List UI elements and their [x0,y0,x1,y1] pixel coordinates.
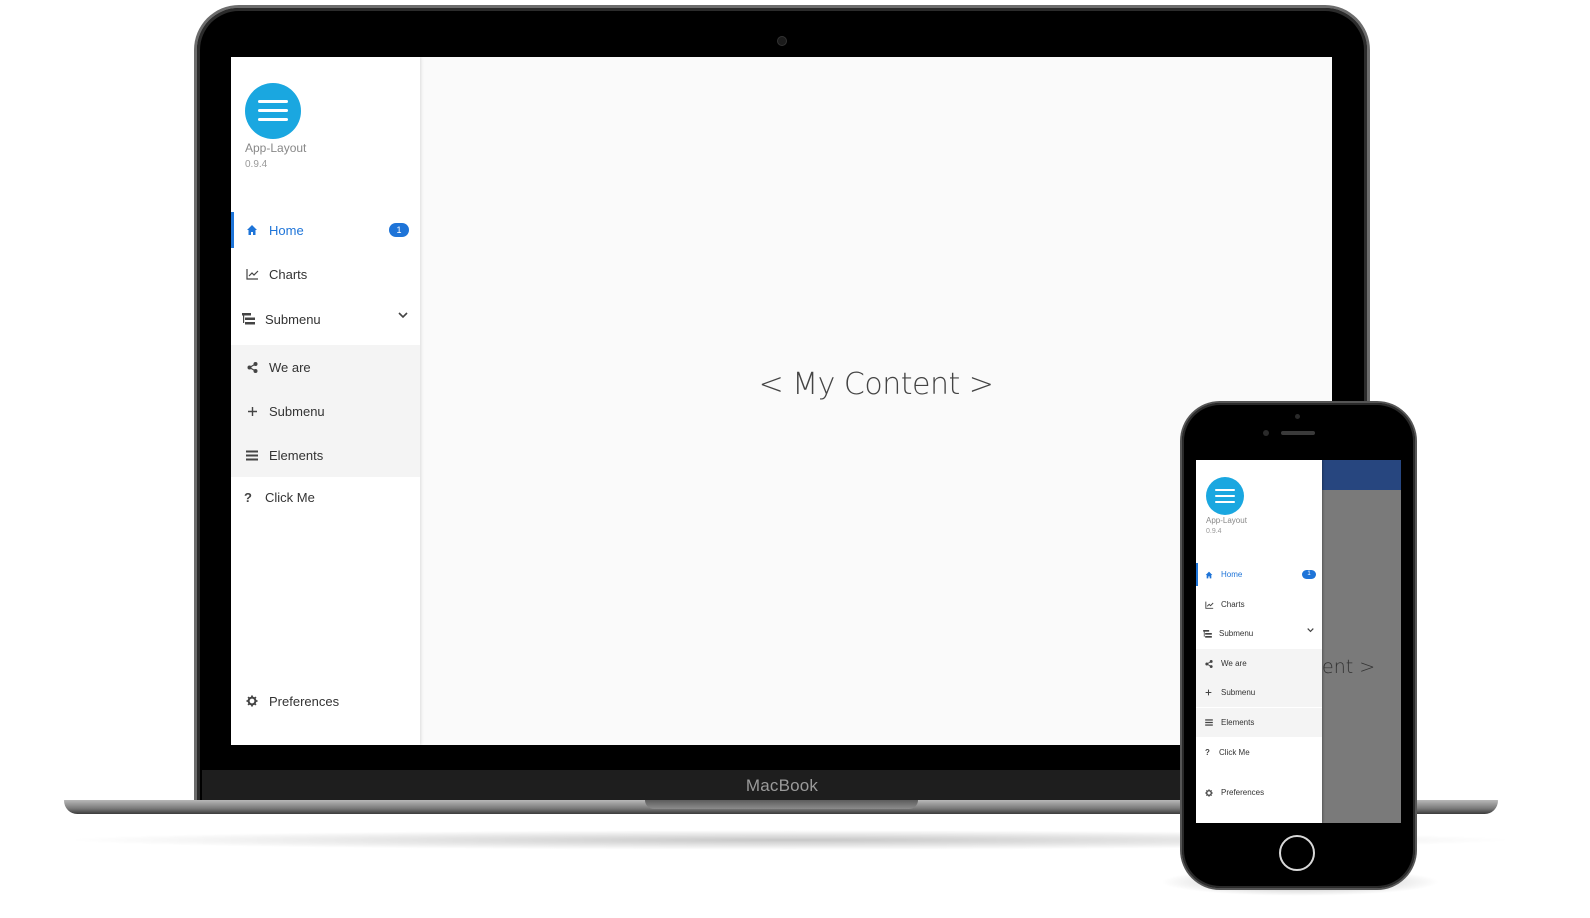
question-icon: ? [244,489,252,505]
sidebar-item-we-are[interactable]: We are [231,345,420,389]
notification-badge: 1 [389,223,409,237]
sidebar-item-label: Charts [269,266,308,282]
sidebar-item-label: Elements [1221,718,1255,727]
line-chart-icon [245,267,259,281]
phone-sidebar-item-click-me[interactable]: ? Click Me [1196,738,1322,767]
sidebar-item-label: We are [1221,659,1247,668]
phone-sidebar-item-we-are[interactable]: We are [1196,649,1322,678]
phone-speaker [1281,431,1315,435]
sidebar-item-home[interactable]: Home 1 [231,208,420,252]
phone-sidebar-item-preferences[interactable]: Preferences [1196,778,1322,807]
phone-screen: ent > App-Layout 0.9.4 Home 1 Charts Sub… [1196,460,1401,823]
gear-icon [245,694,259,708]
sidebar-item-label: Home [1221,570,1243,579]
sidebar-item-submenu-nested[interactable]: Submenu [231,389,420,433]
sidebar-item-charts[interactable]: Charts [231,252,420,296]
sidebar-item-label: Elements [269,447,324,463]
laptop-screen: App-Layout 0.9.4 Home 1 Charts Submenu W… [231,57,1332,745]
phone-app-version: 0.9.4 [1206,528,1222,535]
phone-sidebar-item-submenu[interactable]: Submenu [1196,619,1322,648]
phone-sidebar-item-charts[interactable]: Charts [1196,590,1322,619]
app-logo-menu-icon[interactable] [245,83,301,139]
bars-icon [1205,719,1214,726]
sidebar-item-label: Click Me [265,489,315,505]
phone-home-button[interactable] [1279,835,1315,871]
sidebar-item-label: Preferences [269,693,340,709]
gear-icon [1205,788,1214,797]
phone-sidebar-item-submenu-nested[interactable]: Submenu [1196,678,1322,707]
bars-icon [245,448,259,462]
sidebar-item-label: Submenu [265,311,321,327]
sidebar-item-label: Charts [1221,600,1245,609]
sidebar-item-label: Submenu [269,403,325,419]
sidebar-item-label: Preferences [1221,788,1265,797]
phone-sensor [1295,414,1300,419]
chevron-down-icon [398,311,408,319]
phone-app-logo-menu-icon[interactable] [1206,477,1244,515]
sidebar-item-label: Submenu [1219,629,1254,638]
sidebar-item-click-me[interactable]: ? Click Me [231,475,420,519]
app-version: 0.9.4 [245,159,268,170]
app-name: App-Layout [245,141,307,155]
share-icon [1205,659,1214,668]
phone-camera [1263,430,1269,436]
tree-icon [1203,629,1212,638]
plus-icon [245,404,259,418]
laptop-notch [645,800,918,809]
home-icon [1205,571,1214,579]
chevron-down-icon [1307,627,1314,633]
notification-badge: 1 [1302,570,1316,579]
phone-sidebar-item-elements[interactable]: Elements [1196,708,1322,737]
phone-sidebar: App-Layout 0.9.4 Home 1 Charts Submenu W… [1196,460,1322,823]
sidebar-item-label: Submenu [1221,688,1256,697]
line-chart-icon [1205,601,1214,609]
phone-app-name: App-Layout [1206,516,1247,525]
laptop-camera [778,37,786,45]
sidebar: App-Layout 0.9.4 Home 1 Charts Submenu W… [231,57,420,745]
tree-icon [241,312,255,326]
sidebar-item-label: Click Me [1219,748,1250,757]
share-icon [245,360,259,374]
phone-sidebar-item-home[interactable]: Home 1 [1196,560,1322,589]
content-placeholder: < My Content > [758,367,994,402]
sidebar-item-elements[interactable]: Elements [231,433,420,477]
plus-icon [1205,689,1214,696]
sidebar-item-submenu[interactable]: Submenu [231,297,420,341]
phone-content-placeholder: ent > [1322,656,1376,678]
sidebar-item-label: Home [269,222,304,238]
sidebar-item-label: We are [269,359,311,375]
sidebar-item-preferences[interactable]: Preferences [231,679,420,723]
home-icon [245,223,259,237]
question-icon: ? [1205,748,1210,757]
